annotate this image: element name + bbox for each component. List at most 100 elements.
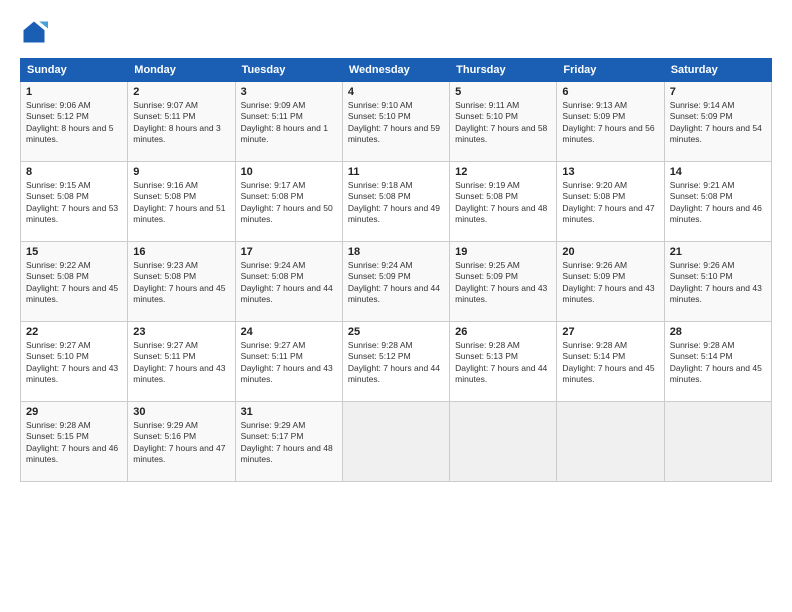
calendar-cell: 5 Sunrise: 9:11 AMSunset: 5:10 PMDaylight… — [450, 82, 557, 162]
calendar-cell — [450, 402, 557, 482]
calendar-cell: 26Sunrise: 9:28 AMSunset: 5:13 PMDayligh… — [450, 322, 557, 402]
weekday-monday: Monday — [128, 59, 235, 82]
day-number: 16 — [133, 246, 229, 258]
calendar-cell: 21 Sunrise: 9:26 AMSunset: 5:10 PMDayligh… — [664, 242, 771, 322]
week-row-3: 15 Sunrise: 9:22 AMSunset: 5:08 PMDayligh… — [21, 242, 772, 322]
calendar-cell: 28 Sunrise: 9:28 AMSunset: 5:14 PMDayligh… — [664, 322, 771, 402]
day-number: 28 — [670, 326, 766, 338]
day-number: 1 — [26, 86, 122, 98]
day-detail: Sunrise: 9:20 AMSunset: 5:08 PMDaylight:… — [562, 180, 658, 226]
calendar-cell: 27 Sunrise: 9:28 AMSunset: 5:14 PMDayligh… — [557, 322, 664, 402]
weekday-saturday: Saturday — [664, 59, 771, 82]
day-number: 20 — [562, 246, 658, 258]
calendar-cell: 7Sunrise: 9:14 AMSunset: 5:09 PMDaylight… — [664, 82, 771, 162]
calendar-cell: 14 Sunrise: 9:21 AMSunset: 5:08 PMDayligh… — [664, 162, 771, 242]
calendar-cell: 19 Sunrise: 9:25 AMSunset: 5:09 PMDayligh… — [450, 242, 557, 322]
calendar-cell: 18Sunrise: 9:24 AMSunset: 5:09 PMDayligh… — [342, 242, 449, 322]
calendar-cell: 9 Sunrise: 9:16 AMSunset: 5:08 PMDaylight… — [128, 162, 235, 242]
day-detail: Sunrise: 9:28 AMSunset: 5:14 PMDaylight:… — [670, 340, 766, 386]
day-number: 23 — [133, 326, 229, 338]
day-detail: Sunrise: 9:19 AMSunset: 5:08 PMDaylight:… — [455, 180, 551, 226]
day-number: 4 — [348, 86, 444, 98]
day-number: 19 — [455, 246, 551, 258]
calendar-cell: 22Sunrise: 9:27 AMSunset: 5:10 PMDayligh… — [21, 322, 128, 402]
day-number: 6 — [562, 86, 658, 98]
day-detail: Sunrise: 9:07 AMSunset: 5:11 PMDaylight:… — [133, 100, 229, 146]
day-detail: Sunrise: 9:11 AMSunset: 5:10 PMDaylight:… — [455, 100, 551, 146]
day-detail: Sunrise: 9:28 AMSunset: 5:14 PMDaylight:… — [562, 340, 658, 386]
calendar-cell: 6Sunrise: 9:13 AMSunset: 5:09 PMDaylight… — [557, 82, 664, 162]
calendar-cell: 16 Sunrise: 9:23 AMSunset: 5:08 PMDayligh… — [128, 242, 235, 322]
day-number: 17 — [241, 246, 337, 258]
day-detail: Sunrise: 9:29 AMSunset: 5:16 PMDaylight:… — [133, 420, 229, 466]
week-row-1: 1Sunrise: 9:06 AMSunset: 5:12 PMDaylight… — [21, 82, 772, 162]
week-row-4: 22Sunrise: 9:27 AMSunset: 5:10 PMDayligh… — [21, 322, 772, 402]
week-row-5: 29 Sunrise: 9:28 AMSunset: 5:15 PMDayligh… — [21, 402, 772, 482]
day-number: 8 — [26, 166, 122, 178]
calendar-cell: 4 Sunrise: 9:10 AMSunset: 5:10 PMDaylight… — [342, 82, 449, 162]
page: SundayMondayTuesdayWednesdayThursdayFrid… — [0, 0, 792, 492]
calendar-cell: 10 Sunrise: 9:17 AMSunset: 5:08 PMDayligh… — [235, 162, 342, 242]
day-number: 30 — [133, 406, 229, 418]
day-detail: Sunrise: 9:23 AMSunset: 5:08 PMDaylight:… — [133, 260, 229, 306]
day-detail: Sunrise: 9:10 AMSunset: 5:10 PMDaylight:… — [348, 100, 444, 146]
day-detail: Sunrise: 9:27 AMSunset: 5:10 PMDaylight:… — [26, 340, 122, 386]
day-number: 9 — [133, 166, 229, 178]
day-number: 21 — [670, 246, 766, 258]
logo — [20, 18, 52, 46]
calendar-cell: 13 Sunrise: 9:20 AMSunset: 5:08 PMDayligh… — [557, 162, 664, 242]
calendar-cell: 2 Sunrise: 9:07 AMSunset: 5:11 PMDaylight… — [128, 82, 235, 162]
week-row-2: 8 Sunrise: 9:15 AMSunset: 5:08 PMDaylight… — [21, 162, 772, 242]
day-number: 24 — [241, 326, 337, 338]
weekday-sunday: Sunday — [21, 59, 128, 82]
weekday-friday: Friday — [557, 59, 664, 82]
day-number: 27 — [562, 326, 658, 338]
calendar-cell: 25 Sunrise: 9:28 AMSunset: 5:12 PMDayligh… — [342, 322, 449, 402]
day-number: 2 — [133, 86, 229, 98]
day-detail: Sunrise: 9:17 AMSunset: 5:08 PMDaylight:… — [241, 180, 337, 226]
day-detail: Sunrise: 9:21 AMSunset: 5:08 PMDaylight:… — [670, 180, 766, 226]
day-detail: Sunrise: 9:22 AMSunset: 5:08 PMDaylight:… — [26, 260, 122, 306]
day-detail: Sunrise: 9:26 AMSunset: 5:10 PMDaylight:… — [670, 260, 766, 306]
calendar-cell — [557, 402, 664, 482]
weekday-thursday: Thursday — [450, 59, 557, 82]
day-detail: Sunrise: 9:09 AMSunset: 5:11 PMDaylight:… — [241, 100, 337, 146]
day-detail: Sunrise: 9:18 AMSunset: 5:08 PMDaylight:… — [348, 180, 444, 226]
calendar-cell: 24Sunrise: 9:27 AMSunset: 5:11 PMDayligh… — [235, 322, 342, 402]
calendar-cell: 17 Sunrise: 9:24 AMSunset: 5:08 PMDayligh… — [235, 242, 342, 322]
calendar-cell: 1Sunrise: 9:06 AMSunset: 5:12 PMDaylight… — [21, 82, 128, 162]
day-number: 5 — [455, 86, 551, 98]
day-detail: Sunrise: 9:16 AMSunset: 5:08 PMDaylight:… — [133, 180, 229, 226]
day-detail: Sunrise: 9:26 AMSunset: 5:09 PMDaylight:… — [562, 260, 658, 306]
day-number: 14 — [670, 166, 766, 178]
calendar-cell: 30 Sunrise: 9:29 AMSunset: 5:16 PMDayligh… — [128, 402, 235, 482]
day-number: 31 — [241, 406, 337, 418]
day-number: 25 — [348, 326, 444, 338]
day-number: 11 — [348, 166, 444, 178]
calendar-cell — [664, 402, 771, 482]
day-detail: Sunrise: 9:28 AMSunset: 5:12 PMDaylight:… — [348, 340, 444, 386]
weekday-wednesday: Wednesday — [342, 59, 449, 82]
day-number: 3 — [241, 86, 337, 98]
day-detail: Sunrise: 9:29 AMSunset: 5:17 PMDaylight:… — [241, 420, 337, 466]
day-number: 18 — [348, 246, 444, 258]
calendar-cell: 29 Sunrise: 9:28 AMSunset: 5:15 PMDayligh… — [21, 402, 128, 482]
day-number: 29 — [26, 406, 122, 418]
calendar-cell: 15 Sunrise: 9:22 AMSunset: 5:08 PMDayligh… — [21, 242, 128, 322]
day-number: 13 — [562, 166, 658, 178]
day-number: 12 — [455, 166, 551, 178]
day-detail: Sunrise: 9:14 AMSunset: 5:09 PMDaylight:… — [670, 100, 766, 146]
day-number: 26 — [455, 326, 551, 338]
day-number: 15 — [26, 246, 122, 258]
weekday-tuesday: Tuesday — [235, 59, 342, 82]
day-detail: Sunrise: 9:25 AMSunset: 5:09 PMDaylight:… — [455, 260, 551, 306]
calendar-cell: 3 Sunrise: 9:09 AMSunset: 5:11 PMDaylight… — [235, 82, 342, 162]
calendar-cell: 12 Sunrise: 9:19 AMSunset: 5:08 PMDayligh… — [450, 162, 557, 242]
day-detail: Sunrise: 9:28 AMSunset: 5:15 PMDaylight:… — [26, 420, 122, 466]
calendar-table: SundayMondayTuesdayWednesdayThursdayFrid… — [20, 58, 772, 482]
calendar-cell: 31 Sunrise: 9:29 AMSunset: 5:17 PMDayligh… — [235, 402, 342, 482]
day-number: 10 — [241, 166, 337, 178]
calendar-cell: 23Sunrise: 9:27 AMSunset: 5:11 PMDayligh… — [128, 322, 235, 402]
day-detail: Sunrise: 9:15 AMSunset: 5:08 PMDaylight:… — [26, 180, 122, 226]
day-detail: Sunrise: 9:24 AMSunset: 5:08 PMDaylight:… — [241, 260, 337, 306]
